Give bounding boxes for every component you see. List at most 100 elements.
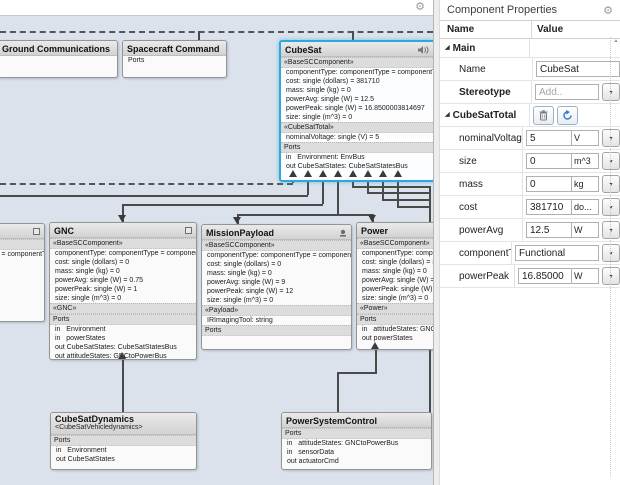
architecture-canvas[interactable]: ⚙ Ground Communications [0, 0, 433, 485]
powerpeak-input[interactable] [518, 268, 572, 284]
size-input[interactable] [526, 153, 572, 169]
poweravg-input[interactable] [526, 222, 572, 238]
port-arrow-icon [349, 170, 357, 177]
nominalvoltage-input[interactable] [526, 130, 572, 146]
powerpeak-unit: W [572, 268, 599, 284]
property-line: size: single (m^3) = 0 [202, 296, 351, 305]
property-line: size: single (m^3) = 0 [281, 113, 433, 122]
speaker-icon [418, 46, 429, 54]
power-control-wire-v2[interactable] [337, 372, 339, 412]
property-label: Name [440, 58, 533, 80]
port-line: in sensorData [282, 448, 431, 457]
block-title: CubeSat [285, 45, 322, 55]
port-line: in Environment [50, 325, 196, 334]
componenttype-input[interactable] [515, 245, 599, 261]
collapse-triangle-icon[interactable]: ◢ [445, 111, 450, 118]
property-row-poweravg: powerAvg W ▾ [440, 219, 620, 242]
name-column-header: Name [440, 21, 532, 38]
port-line: out actuatorCmd [282, 457, 431, 466]
property-line: componentType: componentType = component… [0, 250, 44, 259]
property-line: powerAvg: single (W) = 0.5 [357, 276, 433, 285]
port-arrow-icon [304, 170, 312, 177]
port-line: out CubeSatStates: CubeSatStatesBus [50, 343, 196, 352]
size-unit: m^3 [572, 153, 599, 169]
gnc-dynamics-wire[interactable] [122, 358, 124, 412]
collapse-triangle-icon[interactable]: ◢ [445, 44, 450, 51]
property-row-stereotype: Stereotype ▾ [440, 81, 620, 104]
component-power-system-control[interactable]: PowerSystemControl Ports in attitudeStat… [281, 412, 432, 470]
component-gnc[interactable]: GNC «BaseSCComponent» componentType: com… [49, 222, 197, 360]
property-line: powerAvg: single (W) = 12.5 [281, 95, 433, 104]
canvas-gear-icon[interactable]: ⚙ [415, 0, 425, 15]
port-arrow-icon [334, 170, 342, 177]
port-line: in attitudeStates: GNCtoPowerBus [282, 439, 431, 448]
canvas-toolbar: ⚙ [0, 0, 433, 16]
right-branch-wire-4[interactable] [397, 206, 430, 208]
payload-power-branch-wire[interactable] [237, 214, 373, 216]
block-title: GNC [54, 226, 74, 236]
stereotype-band: «BaseSCComponent» [357, 238, 433, 249]
property-label: powerAvg [440, 219, 523, 241]
block-title: CubeSatDynamics [55, 414, 192, 424]
property-line: powerAvg: single (W) = 0.75 [50, 276, 196, 285]
property-line: componentType: componentType = component… [202, 251, 351, 260]
property-label: cost [440, 196, 523, 218]
ports-band: Ports [51, 435, 196, 446]
gnc-branch-wire[interactable] [122, 204, 323, 206]
cubesat-port-riser[interactable] [397, 178, 399, 206]
property-line: componentType: componen [357, 249, 433, 258]
section-row-main: ◢ Main [440, 39, 620, 58]
mass-input[interactable] [526, 176, 572, 192]
states-bus-wire[interactable] [0, 195, 308, 197]
wire-stub-cubesat-top[interactable] [352, 31, 354, 40]
port-arrow-icon [371, 342, 379, 349]
value-column-header: Value [532, 21, 620, 38]
panel-scrollbar[interactable]: ▲ [612, 37, 620, 277]
property-label: Stereotype [440, 81, 532, 103]
right-branch-wire-3[interactable] [382, 199, 430, 201]
port-line: in Environment [51, 446, 196, 455]
stereotype-band [0, 239, 44, 250]
component-mission-payload[interactable]: MissionPayload «BaseSCComponent» compone… [201, 224, 352, 350]
component-cubesat[interactable]: CubeSat «BaseSCComponent» componentType:… [279, 40, 433, 182]
property-line: size: single (m^3) = 0 [357, 294, 433, 303]
component-spacecraft-command[interactable]: Spacecraft Command Ports [122, 40, 227, 78]
property-row-nominalvoltage: nominalVoltage V ▾ [440, 127, 620, 150]
property-line: mass: single (kg) = 0 [50, 267, 196, 276]
component-power[interactable]: Power «BaseSCComponent» componentType: c… [356, 222, 433, 350]
right-branch-wire-1[interactable] [352, 186, 430, 188]
port-arrow-icon [233, 217, 241, 224]
scroll-up-icon[interactable]: ▲ [612, 37, 620, 45]
component-ground-communications[interactable]: Ground Communications [0, 40, 118, 78]
top-bus-wire[interactable] [0, 31, 433, 33]
block-title: Power [361, 226, 388, 236]
env-bus-wire[interactable] [0, 183, 293, 185]
port-arrow-icon [289, 170, 297, 177]
property-line: componentType: componentType = component… [281, 68, 433, 77]
block-title: Spacecraft Command [127, 44, 220, 54]
panel-gear-icon[interactable]: ⚙ [603, 4, 613, 17]
power-control-wire-v1[interactable] [375, 348, 377, 372]
port-line: out CubeSatStates [51, 455, 196, 464]
property-row-size: size m^3 ▾ [440, 150, 620, 173]
cubesat-port-riser[interactable] [337, 178, 339, 214]
trash-icon [539, 110, 548, 121]
delete-stereotype-button[interactable] [533, 106, 554, 125]
name-input[interactable] [536, 61, 620, 77]
property-label: componentType [440, 242, 512, 264]
ports-band: Ports [281, 142, 433, 153]
property-label: mass [440, 173, 523, 195]
power-control-wire-h[interactable] [337, 372, 377, 374]
wire-stub-spacecraft-command[interactable] [198, 31, 200, 40]
port-arrow-icon [368, 215, 376, 222]
component-left-partial[interactable]: componentType: componentType = component… [0, 223, 45, 322]
stereotype-input[interactable] [535, 84, 599, 100]
cost-input[interactable] [526, 199, 572, 215]
property-line: IRImagingTool: string [202, 316, 351, 325]
stereotype-band: «CubeSatTotal» [281, 122, 433, 133]
reset-values-button[interactable] [557, 106, 578, 125]
component-cubesat-dynamics[interactable]: CubeSatDynamics <CubeSatVehicledynamics>… [50, 412, 197, 470]
ports-band: Ports [202, 325, 351, 336]
panel-divider[interactable] [433, 0, 440, 485]
ports-label: Ports [123, 56, 226, 65]
